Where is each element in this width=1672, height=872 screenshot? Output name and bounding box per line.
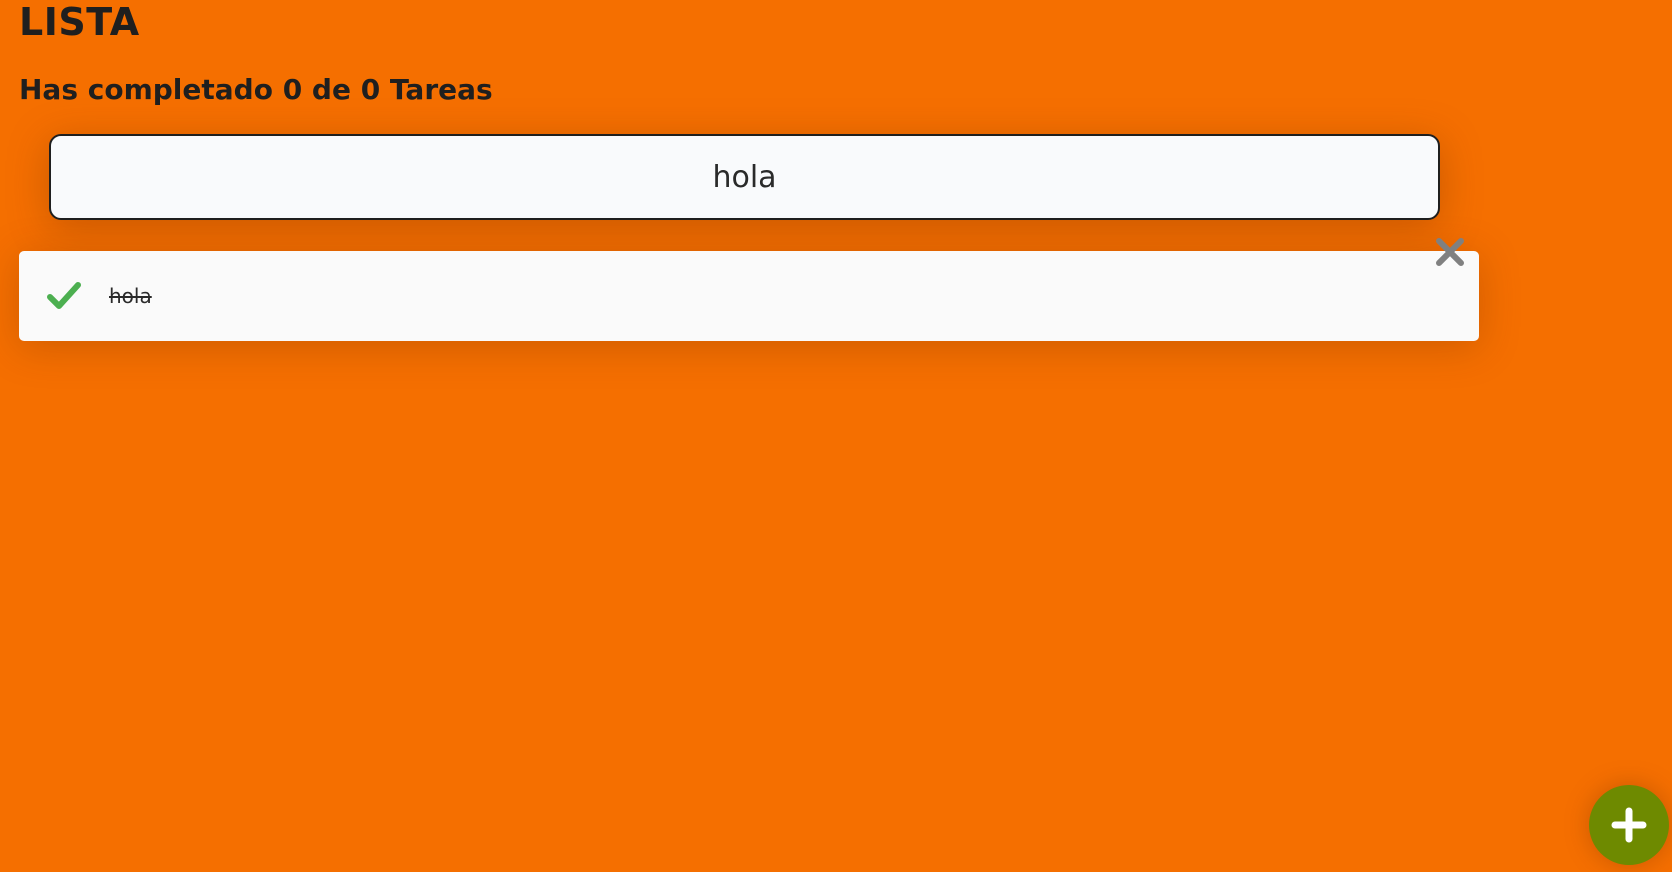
add-todo-button[interactable] [1589, 785, 1669, 865]
search-box [49, 134, 1440, 220]
plus-icon [1611, 807, 1647, 843]
todo-list: hola [19, 238, 1479, 341]
completion-counter: Has completado 0 de 0 Tareas [19, 73, 493, 106]
check-icon[interactable] [47, 281, 81, 311]
todo-item: hola [19, 238, 1479, 341]
todo-text: hola [109, 284, 152, 308]
close-icon[interactable] [1433, 235, 1467, 269]
page-title: LISTA [19, 0, 140, 44]
search-input[interactable] [49, 134, 1440, 220]
